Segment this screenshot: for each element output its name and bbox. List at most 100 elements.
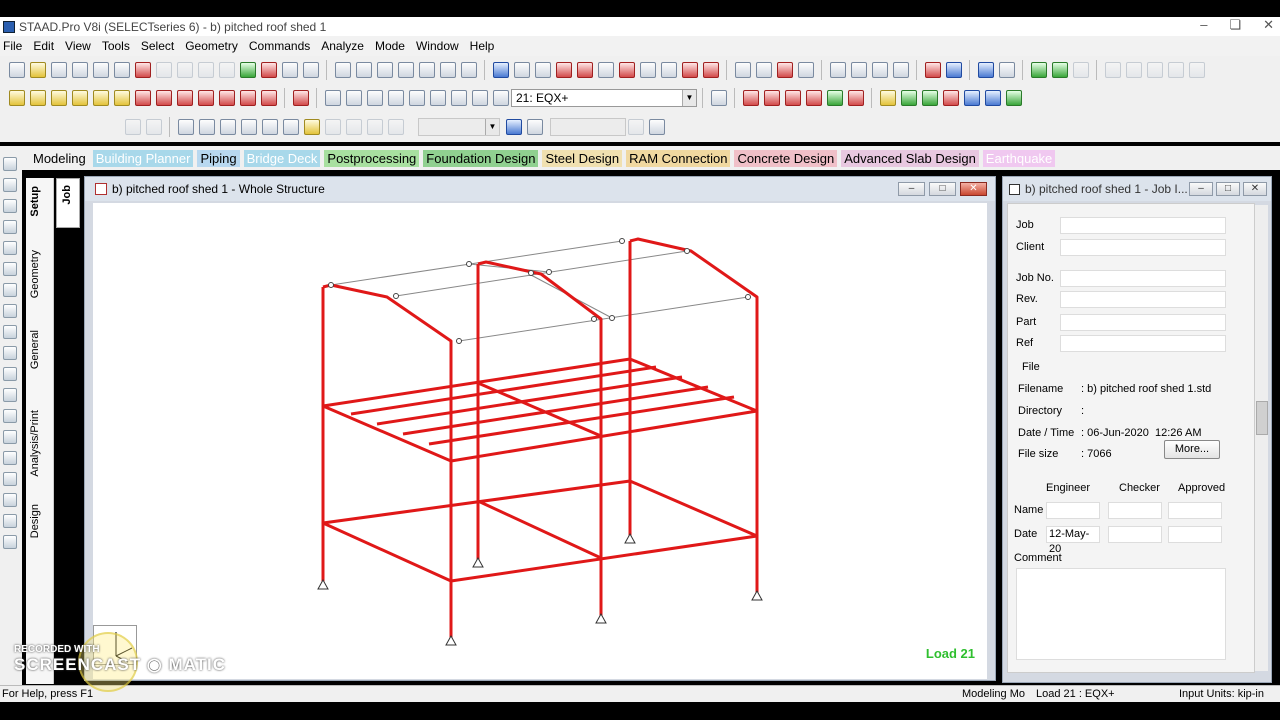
menu-edit[interactable]: Edit [30,39,62,53]
window5-icon[interactable] [1188,62,1205,78]
table-icon[interactable] [850,62,867,78]
report-icon[interactable] [376,62,393,78]
maximize-icon[interactable]: □ [929,182,956,196]
structure-viewport[interactable]: Load 21 [93,203,987,679]
generate-icon[interactable] [1005,90,1022,106]
tool-icon[interactable] [302,62,319,78]
tab-ram-connection[interactable]: RAM Connection [626,149,731,167]
add-solid-icon[interactable] [921,90,938,106]
spin-right-icon[interactable] [239,90,256,106]
draw-beam-icon[interactable] [847,90,864,106]
stress4-icon[interactable] [387,119,404,135]
camera-icon[interactable] [397,62,414,78]
view-right-icon[interactable] [71,90,88,106]
grid-table-icon[interactable] [826,90,843,106]
job-field[interactable] [1060,217,1226,234]
rotate-icon[interactable] [197,62,214,78]
engineer-name-field[interactable] [1046,502,1100,519]
timber-tool-icon[interactable] [3,493,17,507]
approved-date-field[interactable] [1168,526,1222,543]
zoom-dynamic-icon[interactable] [387,90,404,106]
vtab-analysis-print[interactable]: Analysis/Print [29,410,41,477]
menu-select[interactable]: Select [138,39,182,53]
picture-icon[interactable] [355,62,372,78]
aluminum-tool-icon[interactable] [3,514,17,528]
job-no-field[interactable] [1060,270,1226,287]
display-icon[interactable] [506,119,522,135]
load-case-select[interactable]: 21: EQX+ ▼ [511,89,697,107]
open-file-icon[interactable] [29,62,46,78]
tab-piping[interactable]: Piping [197,149,240,167]
maximize-icon[interactable]: □ [1216,182,1240,196]
window2-icon[interactable] [1125,62,1142,78]
spin-left-icon[interactable] [218,90,235,106]
vtab-setup[interactable]: Setup [29,186,41,217]
print-preview-icon[interactable] [334,62,351,78]
merge-icon[interactable] [1072,62,1089,78]
connect-icon[interactable] [797,62,814,78]
dimension-icon[interactable] [555,62,572,78]
material-tool-icon[interactable] [3,367,17,381]
structure-window-caption[interactable]: b) pitched roof shed 1 - Whole Structure [85,177,995,201]
support-tool-icon[interactable] [3,325,17,339]
checker-name-field[interactable] [1108,502,1162,519]
beam-cursor-icon[interactable] [3,178,17,192]
ref-field[interactable] [1060,335,1226,352]
mesh-icon[interactable] [942,90,959,106]
client-field[interactable] [1060,239,1226,256]
axis-icon[interactable] [702,62,719,78]
save-icon[interactable] [50,62,67,78]
comment-textarea[interactable] [1016,568,1226,660]
spec-icon[interactable] [576,62,593,78]
zoom-all-icon[interactable] [408,90,425,106]
delete-icon[interactable] [134,62,151,78]
circular-icon[interactable] [984,90,1001,106]
stress3-icon[interactable] [366,119,383,135]
down-arrow-icon[interactable] [649,119,665,135]
support-icon[interactable] [892,62,909,78]
node-cursor-icon[interactable] [742,90,759,106]
menu-commands[interactable]: Commands [246,39,318,53]
scrollbar-thumb[interactable] [1256,401,1268,435]
translational-repeat-icon[interactable] [879,90,896,106]
tab-modeling[interactable]: Modeling [30,150,89,167]
concrete-tool-icon[interactable] [3,472,17,486]
wide-flange-icon[interactable] [924,62,941,78]
close-icon[interactable]: ✕ [960,182,987,196]
beam-cursor-icon[interactable] [763,90,780,106]
run-analysis-icon[interactable] [239,62,256,78]
select-node-icon[interactable] [492,62,509,78]
checker-date-field[interactable] [1108,526,1162,543]
tab-foundation-design[interactable]: Foundation Design [423,149,539,167]
eye-icon[interactable] [871,62,888,78]
tab-earthquake[interactable]: Earthquake [982,149,1056,167]
view-left-icon[interactable] [50,90,67,106]
spin-icon[interactable] [628,119,644,135]
menu-help[interactable]: Help [467,39,503,53]
geometry-tool-icon[interactable] [3,262,17,276]
view-top-icon[interactable] [92,90,109,106]
plate-cursor-icon[interactable] [3,199,17,213]
section-force-icon[interactable] [303,119,320,135]
menu-file[interactable]: File [0,39,30,53]
rotate-right-icon[interactable] [197,90,214,106]
design-tool-icon[interactable] [3,430,17,444]
renumber-icon[interactable] [963,90,980,106]
menu-mode[interactable]: Mode [372,39,413,53]
spec-tool-icon[interactable] [3,304,17,318]
tab-concrete-design[interactable]: Concrete Design [734,149,838,167]
grid-icon[interactable] [639,62,656,78]
plate-icon[interactable] [1051,62,1068,78]
redo-icon[interactable] [176,62,193,78]
rotate-left-icon[interactable] [176,90,193,106]
pointer-icon[interactable] [3,157,17,171]
view-iso-icon[interactable] [113,90,130,106]
menu-geometry[interactable]: Geometry [182,39,246,53]
scale-input[interactable] [549,118,626,136]
property-icon[interactable] [3,283,17,297]
structure-icon[interactable] [734,62,751,78]
help-icon[interactable] [710,90,727,106]
zoom-in-icon[interactable] [345,90,362,106]
pan-icon[interactable] [755,62,772,78]
zoom-out-icon[interactable] [366,90,383,106]
